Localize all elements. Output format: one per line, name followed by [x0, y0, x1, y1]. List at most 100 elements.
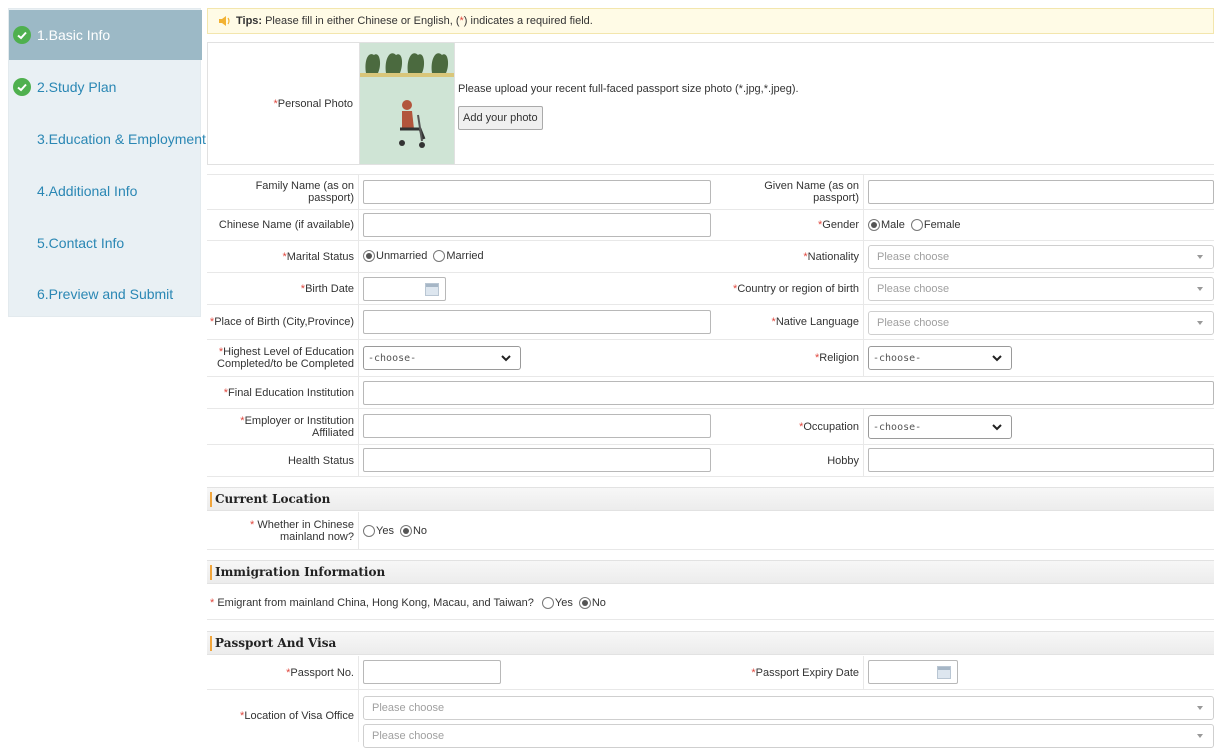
form-row: * Marital Status Unmarried Married * Natio… — [207, 241, 1214, 273]
passport-no-label: * Passport No. — [207, 656, 359, 689]
passport-no-input[interactable] — [363, 660, 501, 684]
form-row: * Passport No. * Passport Expiry Date — [207, 656, 1214, 690]
final-institution-label: * Final Education Institution — [207, 377, 359, 408]
current-location-yes-option[interactable]: Yes — [363, 525, 394, 537]
hobby-input[interactable] — [868, 448, 1214, 472]
education-level-label: *Highest Level of Education Completed/to… — [207, 340, 359, 376]
form-row: * Emigrant from mainland China, Hong Kon… — [207, 585, 1214, 620]
chinese-name-label: Chinese Name (if available) — [207, 210, 359, 240]
form-row: * Location of Visa Office Please choose P… — [207, 690, 1214, 748]
final-institution-input[interactable] — [363, 381, 1214, 405]
calendar-icon[interactable] — [425, 283, 439, 296]
employer-label: *Employer or Institution Affiliated — [207, 409, 359, 444]
sidebar-item-study-plan[interactable]: 2.Study Plan — [9, 62, 202, 112]
chevron-down-icon — [992, 355, 1002, 362]
personal-photo-label: * Personal Photo — [208, 43, 360, 164]
form-row: * Whether in Chinese mainland now? Yes N… — [207, 512, 1214, 550]
calendar-icon[interactable] — [937, 666, 951, 679]
given-name-input[interactable] — [868, 180, 1214, 204]
photo-placeholder-image — [360, 43, 455, 164]
gender-male-option[interactable]: Male — [868, 219, 905, 231]
form-row: Health Status Hobby — [207, 445, 1214, 477]
family-name-label: Family Name (as on passport) — [207, 175, 359, 209]
caret-down-icon — [1197, 734, 1203, 738]
passport-expiry-label: * Passport Expiry Date — [717, 656, 864, 689]
place-of-birth-input[interactable] — [363, 310, 711, 334]
sidebar-item-label: 4.Additional Info — [37, 183, 138, 199]
step-sidebar: 1.Basic Info 2.Study Plan 3.Education & … — [8, 8, 206, 319]
chevron-down-icon — [992, 424, 1002, 431]
radio-selected-icon — [578, 597, 591, 609]
caret-down-icon — [1197, 255, 1203, 259]
sidebar-item-additional-info[interactable]: 4.Additional Info — [9, 166, 202, 216]
form-row: * Birth Date * Country or region of birth … — [207, 273, 1214, 305]
occupation-select[interactable]: -choose- — [868, 415, 1012, 439]
sidebar-item-label: 6.Preview and Submit — [37, 286, 174, 302]
caret-down-icon — [1197, 321, 1203, 325]
health-status-input[interactable] — [363, 448, 711, 472]
gender-female-option[interactable]: Female — [910, 219, 961, 231]
immigration-yes-option[interactable]: Yes — [541, 597, 573, 609]
immigration-question: * Emigrant from mainland China, Hong Kon… — [210, 597, 606, 609]
check-icon — [13, 26, 31, 44]
marital-status-radio-group: Unmarried Married — [363, 250, 490, 262]
tips-bar: Tips: Please fill in either Chinese or E… — [207, 8, 1214, 34]
health-status-label: Health Status — [207, 445, 359, 476]
native-language-select[interactable]: Please choose — [868, 311, 1214, 335]
family-name-input[interactable] — [363, 180, 711, 204]
radio-empty-icon — [910, 219, 923, 231]
hobby-label: Hobby — [717, 445, 864, 476]
form-row: *Place of Birth (City,Province) * Native … — [207, 305, 1214, 340]
employer-input[interactable] — [363, 414, 711, 438]
chinese-name-input[interactable] — [363, 213, 711, 237]
section-header-passport-visa: Passport And Visa — [207, 631, 1214, 655]
tips-text: Please fill in either Chinese or English… — [265, 15, 593, 27]
current-location-label: * Whether in Chinese mainland now? — [207, 512, 359, 549]
section-header-immigration: Immigration Information — [207, 560, 1214, 584]
given-name-label: Given Name (as on passport) — [717, 175, 864, 209]
current-location-no-option[interactable]: No — [399, 525, 427, 537]
sidebar-item-label: 5.Contact Info — [37, 235, 125, 251]
nationality-select[interactable]: Please choose — [868, 245, 1214, 269]
radio-selected-icon — [868, 219, 880, 231]
immigration-no-option[interactable]: No — [578, 597, 606, 609]
form-row: Family Name (as on passport) Given Name … — [207, 174, 1214, 210]
sidebar-item-education[interactable]: 3.Education & Employment — [9, 114, 206, 164]
birth-date-input[interactable] — [363, 277, 446, 301]
sidebar-item-contact-info[interactable]: 5.Contact Info — [9, 218, 202, 268]
marital-unmarried-option[interactable]: Unmarried — [363, 250, 427, 262]
sidebar-item-label: 1.Basic Info — [37, 27, 111, 43]
visa-office-select-1[interactable]: Please choose — [363, 696, 1214, 720]
sidebar-item-label: 2.Study Plan — [37, 79, 117, 95]
religion-select[interactable]: -choose- — [868, 346, 1012, 370]
nationality-label: * Nationality — [717, 241, 864, 272]
form-row: Chinese Name (if available) * Gender Male… — [207, 210, 1214, 241]
sidebar-item-basic-info[interactable]: 1.Basic Info — [9, 10, 202, 60]
birth-date-label: * Birth Date — [207, 273, 359, 304]
visa-office-label: * Location of Visa Office — [207, 690, 359, 742]
sidebar-item-preview-submit[interactable]: 6.Preview and Submit — [9, 269, 202, 319]
passport-expiry-input[interactable] — [868, 660, 958, 684]
section-header-current-location: Current Location — [207, 487, 1214, 511]
personal-photo-row: * Personal Photo Please upload your recen… — [207, 42, 1214, 165]
gender-label: * Gender — [717, 210, 864, 240]
sidebar-item-label: 3.Education & Employment — [37, 131, 206, 147]
gender-radio-group: Male Female — [868, 219, 967, 231]
radio-empty-icon — [541, 597, 554, 609]
country-of-birth-select[interactable]: Please choose — [868, 277, 1214, 301]
add-photo-button[interactable]: Add your photo — [458, 106, 543, 130]
current-location-radio-group: Yes No — [363, 525, 433, 537]
visa-office-select-2[interactable]: Please choose — [363, 724, 1214, 748]
caret-down-icon — [1197, 287, 1203, 291]
form-row: * Final Education Institution — [207, 377, 1214, 409]
caret-down-icon — [1197, 706, 1203, 710]
occupation-label: * Occupation — [717, 409, 864, 444]
marital-married-option[interactable]: Married — [433, 250, 484, 262]
religion-label: * Religion — [717, 340, 864, 376]
radio-empty-icon — [433, 250, 446, 262]
tips-label: Tips: — [236, 15, 263, 27]
form-row: *Highest Level of Education Completed/to… — [207, 340, 1214, 377]
marital-status-label: * Marital Status — [207, 241, 359, 272]
speaker-icon — [219, 16, 230, 26]
education-level-select[interactable]: -choose- — [363, 346, 521, 370]
